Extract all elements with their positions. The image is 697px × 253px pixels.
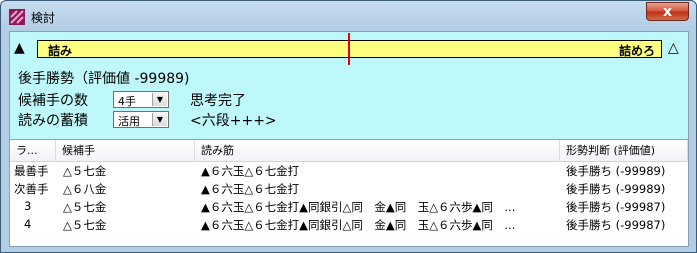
row-line: ▲６六玉△６七金打 xyxy=(201,164,300,178)
row-move: △５七金 xyxy=(63,218,107,232)
close-icon: x xyxy=(662,4,673,20)
row-line: ▲６六玉△６七金打 xyxy=(201,182,300,196)
kento-window: 検討 x ▲ 詰み 詰めろ △ 後手勝勢（評価値 -99989) 候補手の数 4… xyxy=(0,0,697,253)
row-judgement: 後手勝ち (-99987) xyxy=(566,218,666,232)
engine-rank: <六段+++> xyxy=(190,113,277,129)
gote-mark-icon: △ xyxy=(668,40,679,56)
table-row[interactable]: 最善手 △５七金 ▲６六玉△６七金打 後手勝ち (-99989) xyxy=(10,161,688,179)
sente-mark-icon: ▲ xyxy=(14,40,25,56)
row-judgement: 後手勝ち (-99989) xyxy=(566,164,666,178)
accumulation-value: 活用 xyxy=(118,115,140,128)
window-title: 検討 xyxy=(31,11,56,25)
table-header: ラ... 候補手 読み筋 形勢判断 (評価値) xyxy=(10,139,688,162)
analysis-panel: ▲ 詰み 詰めろ △ 後手勝勢（評価値 -99989) 候補手の数 4手 ▼ 思… xyxy=(10,32,688,139)
column-header-judgement[interactable]: 形勢判断 (評価値) xyxy=(560,140,688,161)
row-rank: 4 xyxy=(24,217,32,231)
row-judgement: 後手勝ち (-99989) xyxy=(566,182,666,196)
candidates-label: 候補手の数 xyxy=(18,93,88,109)
row-rank: 3 xyxy=(24,199,32,213)
table-row[interactable]: 4 △５七金 ▲６六玉△６七金打▲同銀引△同 金▲同 玉△６六歩▲同 ... 後… xyxy=(10,215,688,233)
app-icon xyxy=(9,9,25,25)
evaluation-text: 後手勝勢（評価値 -99989) xyxy=(18,71,190,87)
row-line: ▲６六玉△６七金打▲同銀引△同 金▲同 玉△６六歩▲同 ... xyxy=(201,200,516,214)
row-move: △５七金 xyxy=(63,164,107,178)
table-row[interactable]: 3 △５七金 ▲６六玉△６七金打▲同銀引△同 金▲同 玉△６六歩▲同 ... 後… xyxy=(10,197,688,215)
status-text: 思考完了 xyxy=(190,93,246,109)
title-bar[interactable]: 検討 x xyxy=(1,1,696,31)
row-rank: 最善手 xyxy=(14,164,49,178)
evaluation-marker xyxy=(348,33,350,65)
chevron-down-icon[interactable]: ▼ xyxy=(152,93,167,106)
candidate-table: ラ... 候補手 読み筋 形勢判断 (評価値) 最善手 △５七金 ▲６六玉△６七… xyxy=(10,139,688,246)
table-row[interactable]: 次善手 △６八金 ▲６六玉△６七金打 後手勝ち (-99989) xyxy=(10,179,688,197)
client-area: ▲ 詰み 詰めろ △ 後手勝勢（評価値 -99989) 候補手の数 4手 ▼ 思… xyxy=(9,31,689,247)
bar-left-label: 詰み xyxy=(48,44,73,58)
evaluation-bar: 詰み 詰めろ xyxy=(37,33,662,65)
column-header-rank[interactable]: ラ... xyxy=(10,140,56,161)
candidates-select[interactable]: 4手 ▼ xyxy=(113,91,169,108)
row-move: △６八金 xyxy=(63,182,107,196)
row-move: △５七金 xyxy=(63,200,107,214)
accumulation-select[interactable]: 活用 ▼ xyxy=(113,111,169,128)
accumulation-label: 読みの蓄積 xyxy=(18,113,88,129)
row-judgement: 後手勝ち (-99987) xyxy=(566,200,666,214)
close-button[interactable]: x xyxy=(646,2,689,21)
chevron-down-icon[interactable]: ▼ xyxy=(152,113,167,126)
candidates-value: 4手 xyxy=(118,95,136,108)
column-header-move[interactable]: 候補手 xyxy=(56,140,195,161)
row-rank: 次善手 xyxy=(14,182,49,196)
row-line: ▲６六玉△６七金打▲同銀引△同 金▲同 玉△６六歩▲同 ... xyxy=(201,218,516,232)
bar-right-label: 詰めろ xyxy=(618,44,655,58)
column-header-line[interactable]: 読み筋 xyxy=(195,140,560,161)
